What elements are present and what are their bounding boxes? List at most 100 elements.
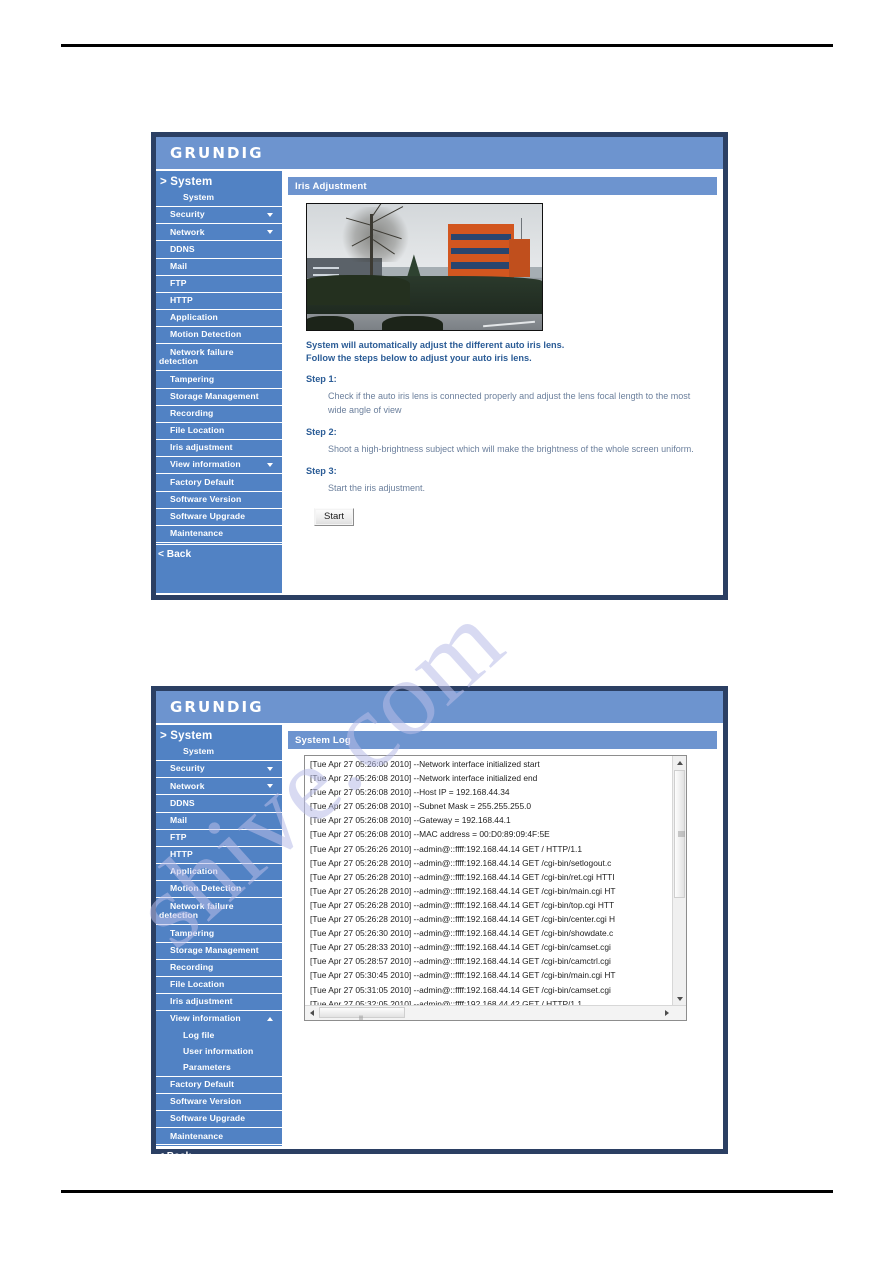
- sidebar-item-security[interactable]: Security: [156, 761, 282, 779]
- sidebar-item-view-information[interactable]: View information: [156, 457, 282, 475]
- sidebar-back-link[interactable]: < Back: [156, 1146, 282, 1165]
- sidebar-nav-iris[interactable]: > System System Security Network DDNS Ma…: [156, 171, 282, 593]
- scroll-down-arrow-icon[interactable]: [673, 992, 686, 1005]
- sidebar-item-label: Network failure: [170, 346, 234, 357]
- sidebar-item-network-failure-detection[interactable]: Network failure detection: [156, 898, 282, 926]
- sidebar-item-factory-default[interactable]: Factory Default: [156, 474, 282, 492]
- sidebar-item-iris-adjustment[interactable]: Iris adjustment: [156, 994, 282, 1012]
- sidebar-item-view-information[interactable]: View information: [156, 1011, 282, 1027]
- sidebar-item-network[interactable]: Network: [156, 778, 282, 796]
- start-button[interactable]: Start: [314, 507, 355, 526]
- sidebar-item-tampering[interactable]: Tampering: [156, 925, 282, 943]
- scroll-left-arrow-icon[interactable]: [305, 1006, 318, 1019]
- horizontal-scroll-thumb[interactable]: [319, 1007, 405, 1020]
- sidebar-item-software-version[interactable]: Software Version: [156, 492, 282, 509]
- log-line: [Tue Apr 27 05:28:57 2010] --admin@::fff…: [310, 956, 611, 967]
- log-line: [Tue Apr 27 05:26:28 2010] --admin@::fff…: [310, 885, 616, 896]
- step-2-label: Step 2:: [306, 427, 337, 437]
- sidebar-item-factory-default[interactable]: Factory Default: [156, 1077, 282, 1094]
- sidebar-item-label: Application: [170, 312, 218, 323]
- content-area-iris: Iris Adjustment System will automaticall…: [282, 171, 723, 593]
- sidebar-item-label: Parameters: [183, 1061, 231, 1072]
- scroll-right-arrow-icon[interactable]: [660, 1006, 673, 1019]
- sidebar-item-label: Software Version: [170, 493, 242, 504]
- sidebar-item-network-failure-detection[interactable]: Network failure detection: [156, 344, 282, 372]
- sidebar-item-http[interactable]: HTTP: [156, 293, 282, 311]
- system-log-textarea[interactable]: [Tue Apr 27 05:26:00 2010] --Network int…: [304, 755, 687, 1021]
- sidebar-item-label: HTTP: [170, 849, 193, 860]
- sidebar-item-recording[interactable]: Recording: [156, 960, 282, 977]
- chevron-down-icon[interactable]: [267, 767, 273, 772]
- log-line: [Tue Apr 27 05:26:28 2010] --admin@::fff…: [310, 899, 615, 910]
- page-header-rule: [61, 44, 833, 47]
- sidebar-item-application[interactable]: Application: [156, 864, 282, 882]
- iris-intro-line2: Follow the steps below to adjust your au…: [306, 353, 532, 364]
- grundig-logo: GRUNDIG: [170, 698, 264, 716]
- chevron-up-icon[interactable]: [267, 1017, 273, 1022]
- sidebar-item-ddns[interactable]: DDNS: [156, 241, 282, 259]
- chevron-down-icon[interactable]: [267, 230, 273, 235]
- sidebar-item-maintenance[interactable]: Maintenance: [156, 1128, 282, 1146]
- screenshot-system-log: GRUNDIG > System System Security Network: [151, 686, 728, 1162]
- sidebar-item-network[interactable]: Network: [156, 224, 282, 242]
- camera-preview: [306, 203, 543, 331]
- sidebar-item-tampering[interactable]: Tampering: [156, 371, 282, 389]
- chevron-down-icon[interactable]: [267, 463, 273, 468]
- sidebar-item-label: Storage Management: [170, 944, 259, 955]
- log-line: [Tue Apr 27 05:26:08 2010] --Subnet Mask…: [310, 801, 532, 812]
- sidebar-header: > System: [160, 176, 213, 188]
- sidebar-item-label: FTP: [170, 831, 187, 842]
- sidebar-subitem-log-file[interactable]: Log file: [156, 1027, 282, 1043]
- log-line: [Tue Apr 27 05:26:28 2010] --admin@::fff…: [310, 914, 616, 925]
- chevron-down-icon[interactable]: [267, 784, 273, 789]
- sidebar-item-file-location[interactable]: File Location: [156, 977, 282, 995]
- sidebar-back-link[interactable]: < Back: [156, 544, 282, 563]
- sidebar-item-label: Network: [170, 226, 205, 237]
- log-vertical-scrollbar[interactable]: [672, 756, 686, 1005]
- log-line: [Tue Apr 27 05:26:28 2010] --admin@::fff…: [310, 871, 615, 882]
- sidebar-item-motion-detection[interactable]: Motion Detection: [156, 327, 282, 345]
- sidebar-item-storage-management[interactable]: Storage Management: [156, 389, 282, 406]
- sidebar-item-label: DDNS: [170, 243, 195, 254]
- scroll-grip-icon: [678, 831, 685, 837]
- sidebar-item-label: System: [183, 192, 215, 203]
- scroll-up-arrow-icon[interactable]: [673, 756, 686, 769]
- sidebar-item-storage-management[interactable]: Storage Management: [156, 943, 282, 960]
- content-area-log: System Log [Tue Apr 27 05:26:00 2010] --…: [282, 725, 723, 1147]
- sidebar-item-application[interactable]: Application: [156, 310, 282, 328]
- sidebar-item-http[interactable]: HTTP: [156, 847, 282, 865]
- sidebar-item-ftp[interactable]: FTP: [156, 830, 282, 847]
- sidebar-item-recording[interactable]: Recording: [156, 406, 282, 423]
- sidebar-item-mail[interactable]: Mail: [156, 813, 282, 830]
- sidebar-item-system[interactable]: System: [156, 744, 282, 762]
- sidebar-item-software-upgrade[interactable]: Software Upgrade: [156, 1111, 282, 1129]
- sidebar-item-label: Maintenance: [170, 1130, 224, 1141]
- brand-header: GRUNDIG: [156, 691, 723, 725]
- sidebar-item-file-location[interactable]: File Location: [156, 423, 282, 441]
- sidebar-nav-log[interactable]: > System System Security Network DDNS Ma…: [156, 725, 282, 1162]
- sidebar-subitem-parameters[interactable]: Parameters: [156, 1060, 282, 1077]
- sidebar-item-iris-adjustment[interactable]: Iris adjustment: [156, 440, 282, 458]
- scroll-grip-icon: [359, 1009, 365, 1020]
- sidebar-item-software-upgrade[interactable]: Software Upgrade: [156, 509, 282, 526]
- sidebar-subitem-user-information[interactable]: User information: [156, 1044, 282, 1060]
- sidebar-item-motion-detection[interactable]: Motion Detection: [156, 881, 282, 899]
- chevron-down-icon[interactable]: [267, 213, 273, 218]
- sidebar-item-label: Software Version: [170, 1096, 242, 1107]
- sidebar-item-mail[interactable]: Mail: [156, 259, 282, 276]
- sidebar-item-system[interactable]: System: [156, 190, 282, 208]
- sidebar-item-label: Factory Default: [170, 476, 235, 487]
- sidebar-item-security[interactable]: Security: [156, 207, 282, 225]
- log-line: [Tue Apr 27 05:32:05 2010] --admin@::fff…: [310, 998, 583, 1005]
- sidebar-item-label: Mail: [170, 814, 188, 825]
- log-horizontal-scrollbar[interactable]: [305, 1005, 686, 1020]
- sidebar-item-software-version[interactable]: Software Version: [156, 1094, 282, 1112]
- sidebar-item-label: Iris adjustment: [170, 996, 233, 1007]
- vertical-scroll-thumb[interactable]: [674, 770, 685, 898]
- sidebar-item-label: Log file: [183, 1029, 215, 1040]
- sidebar-item-label-line2: detection: [159, 910, 199, 921]
- sidebar-item-ddns[interactable]: DDNS: [156, 795, 282, 813]
- sidebar-item-label: File Location: [170, 979, 225, 990]
- sidebar-item-ftp[interactable]: FTP: [156, 276, 282, 293]
- sidebar-item-maintenance[interactable]: Maintenance: [156, 526, 282, 543]
